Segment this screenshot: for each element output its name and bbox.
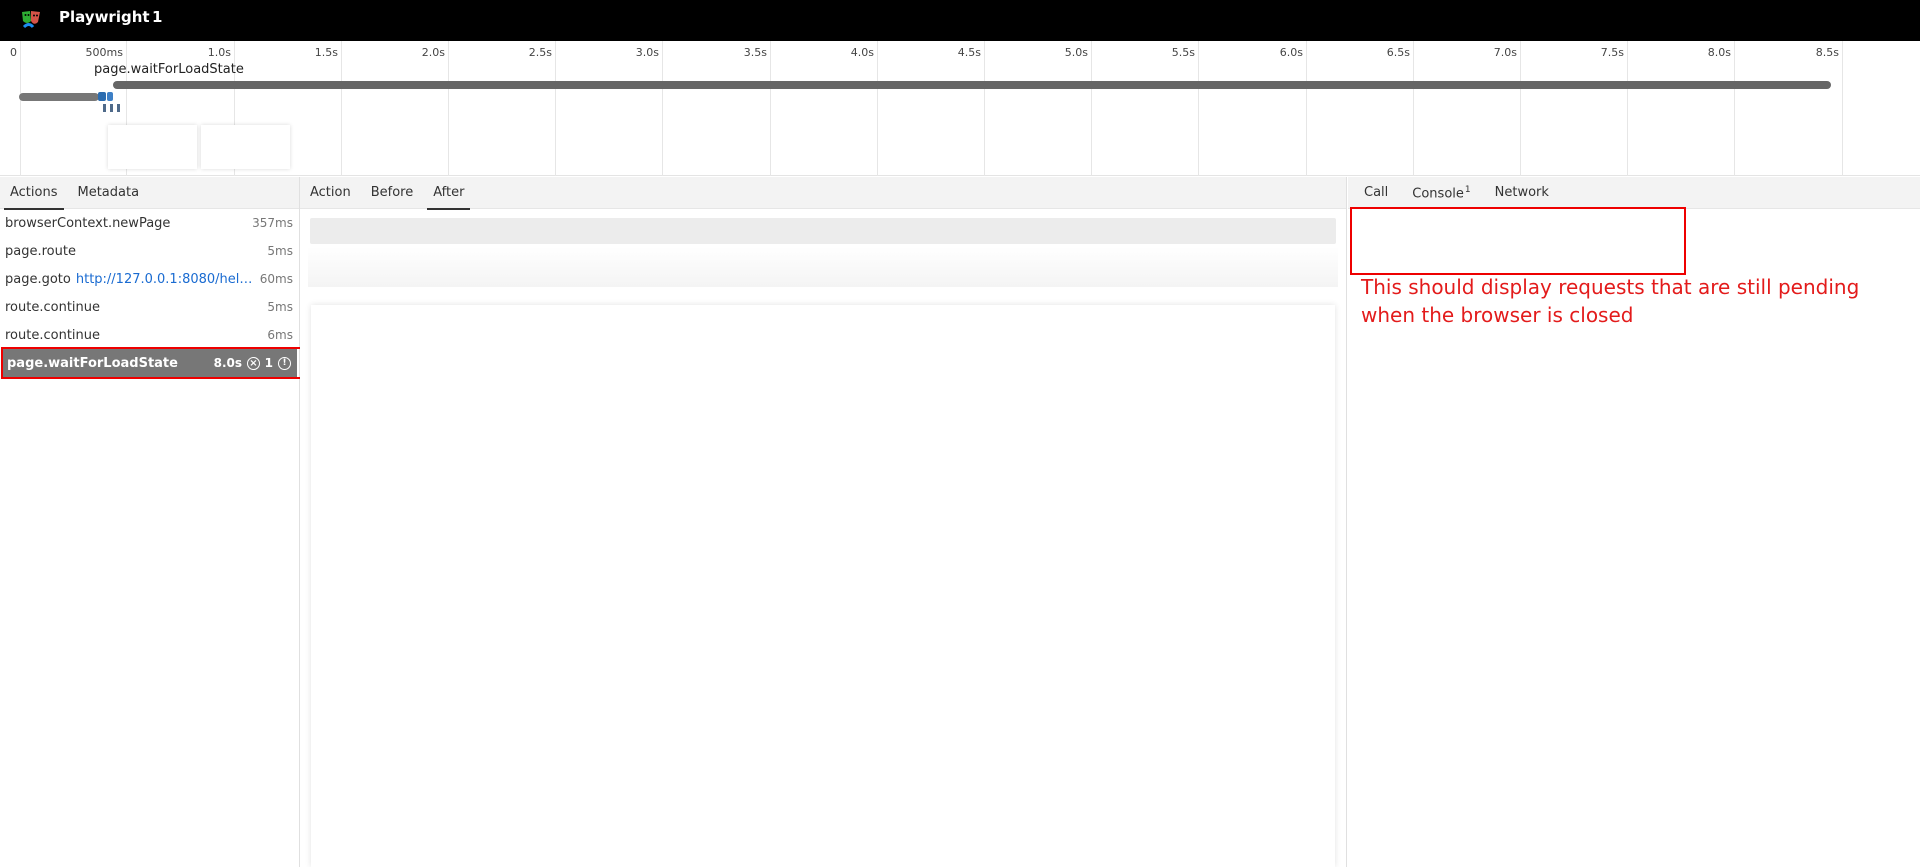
timeline-tick-label: 2.5s [528, 46, 552, 59]
timeline-tick [1306, 41, 1307, 176]
empty-network-highlight [1350, 207, 1686, 275]
timeline-network-mark [103, 104, 106, 112]
timeline-tick-label: 6.5s [1386, 46, 1410, 59]
timeline-tick [877, 41, 878, 176]
action-item[interactable]: page.goto http://127.0.0.1:8080/hello...… [0, 265, 299, 293]
timeline-tick-label: 3.0s [635, 46, 659, 59]
actions-tabbar: Actions Metadata [0, 177, 299, 210]
timeline[interactable]: 0 500ms 1.0s 1.5s 2.0s 2.5s 3.0s 3.5s 4.… [0, 41, 1920, 176]
action-title: browserContext.newPage [5, 215, 171, 231]
console-badge: 1 [1464, 185, 1471, 195]
playwright-logo-icon [22, 11, 40, 29]
timeline-tick [1413, 41, 1414, 176]
action-title: route.continue [5, 327, 101, 343]
timeline-tick-label: 5.0s [1064, 46, 1088, 59]
timeline-tick [1842, 41, 1843, 176]
tab-console-label: Console [1412, 186, 1464, 202]
timeline-tick-label: 1.0s [207, 46, 231, 59]
action-item[interactable]: route.continue 6ms [0, 321, 299, 349]
tab-before[interactable]: Before [365, 177, 420, 209]
selected-action-highlight [1, 347, 305, 379]
app-header: Playwright 1 [0, 0, 1920, 41]
timeline-tick [984, 41, 985, 176]
timeline-tick-label: 2.0s [421, 46, 445, 59]
tab-call[interactable]: Call [1358, 177, 1394, 209]
snapshot-tabbar: Action Before After [300, 177, 1346, 210]
tab-metadata[interactable]: Metadata [72, 177, 146, 209]
action-title: page.goto [5, 271, 71, 287]
action-duration: 357ms [252, 216, 293, 230]
trace-count: 1 [152, 8, 163, 26]
snapshot-divider [308, 247, 1338, 287]
timeline-tick [770, 41, 771, 176]
timeline-action-label: page.waitForLoadState [94, 62, 244, 77]
details-panel: Call Console1 Network This should displa… [1348, 177, 1920, 867]
timeline-tick [1734, 41, 1735, 176]
timeline-tick [1627, 41, 1628, 176]
action-duration: 5ms [267, 300, 293, 314]
action-item[interactable]: route.continue 5ms [0, 293, 299, 321]
actions-panel: Actions Metadata browserContext.newPage … [0, 177, 300, 867]
timeline-tick-label: 7.0s [1493, 46, 1517, 59]
timeline-bar-newpage[interactable] [19, 93, 99, 101]
action-title: route.continue [5, 299, 101, 315]
timeline-network-mark [110, 104, 113, 112]
timeline-tick [1520, 41, 1521, 176]
app-title: Playwright [59, 8, 150, 26]
snapshot-address-bar [310, 218, 1336, 244]
tab-after[interactable]: After [427, 177, 471, 210]
timeline-tick-label: 8.0s [1707, 46, 1731, 59]
tab-actions[interactable]: Actions [4, 177, 64, 210]
timeline-bar-waitforloadstate[interactable] [113, 81, 1831, 89]
timeline-tick [448, 41, 449, 176]
tab-action[interactable]: Action [304, 177, 357, 209]
annotation-text: This should display requests that are st… [1361, 275, 1860, 327]
snapshot-frame[interactable] [311, 305, 1335, 867]
timeline-bar-route[interactable] [107, 92, 113, 101]
action-item[interactable]: browserContext.newPage 357ms [0, 209, 299, 237]
action-url-link[interactable]: http://127.0.0.1:8080/hello.... [76, 272, 256, 287]
tab-console[interactable]: Console1 [1406, 177, 1476, 209]
timeline-tick-label: 3.5s [743, 46, 767, 59]
action-duration: 5ms [267, 244, 293, 258]
timeline-tick-label: 0 [10, 46, 17, 59]
timeline-tick [20, 41, 21, 176]
timeline-network-mark [117, 104, 120, 112]
timeline-bar-goto[interactable] [98, 92, 106, 101]
tab-network[interactable]: Network [1489, 177, 1555, 209]
timeline-tick-label: 1.5s [314, 46, 338, 59]
timeline-tick [662, 41, 663, 176]
timeline-tick-label: 4.0s [850, 46, 874, 59]
action-duration: 6ms [267, 328, 293, 342]
timeline-tick-label: 4.5s [957, 46, 981, 59]
timeline-tick-label: 6.0s [1279, 46, 1303, 59]
action-duration: 60ms [259, 272, 293, 286]
timeline-tick-label: 7.5s [1600, 46, 1624, 59]
timeline-tick [1198, 41, 1199, 176]
timeline-tick-label: 500ms [85, 46, 123, 59]
timeline-screenshot-thumbnail[interactable] [108, 125, 197, 169]
action-title: page.route [5, 243, 76, 259]
snapshot-panel: Action Before After [300, 177, 1347, 867]
timeline-tick [555, 41, 556, 176]
details-tabbar: Call Console1 Network [1348, 177, 1920, 209]
timeline-screenshot-thumbnail[interactable] [201, 125, 290, 169]
timeline-tick-label: 5.5s [1171, 46, 1195, 59]
timeline-tick-label: 8.5s [1815, 46, 1839, 59]
timeline-tick [1091, 41, 1092, 176]
action-item[interactable]: page.route 5ms [0, 237, 299, 265]
timeline-tick [341, 41, 342, 176]
